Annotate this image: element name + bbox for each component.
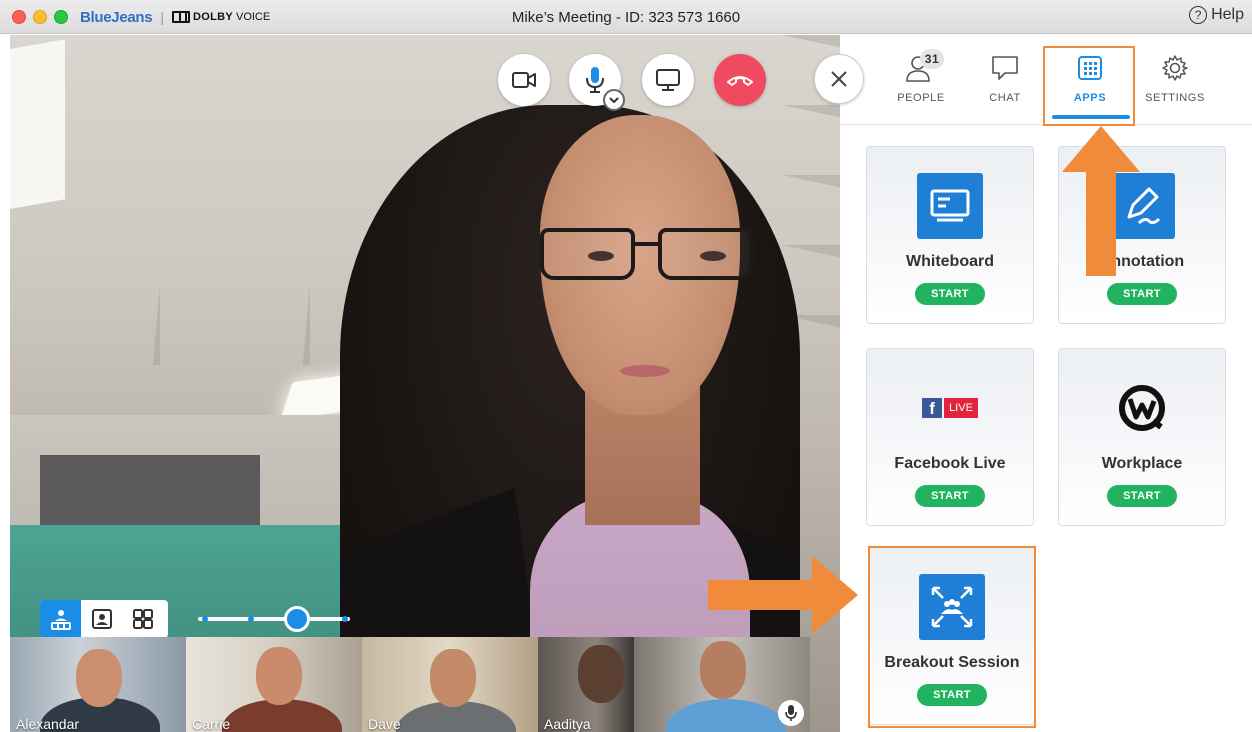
brand-logo: BlueJeans | DOLBY VOICE [80, 8, 270, 26]
workplace-start-button[interactable]: START [1107, 485, 1177, 507]
chevron-down-icon [609, 97, 619, 104]
app-title: Workplace [1101, 455, 1183, 472]
participant-face [76, 649, 122, 707]
chat-icon [992, 56, 1018, 80]
help-label: Help [1211, 6, 1244, 23]
arrow-right-icon [708, 556, 858, 634]
video-camera-icon [512, 72, 536, 88]
speaker-layout-icon [91, 609, 112, 629]
participant-face [430, 649, 476, 707]
video-toggle-button[interactable] [498, 54, 550, 106]
gallery-layout-icon [132, 609, 153, 629]
workplace-icon [1119, 385, 1165, 431]
people-count-badge: 31 [920, 49, 944, 69]
app-title: Facebook Live [894, 455, 1006, 472]
participant-tile[interactable]: Carrie [186, 637, 362, 732]
annotation-start-button[interactable]: START [1107, 283, 1177, 305]
slider-handle[interactable] [284, 606, 310, 632]
slider-track [198, 617, 350, 621]
screen-share-button[interactable] [642, 54, 694, 106]
participant-tile-self[interactable] [634, 637, 810, 732]
facebook-logo-icon: f [922, 398, 943, 418]
app-title: Whiteboard [906, 253, 994, 270]
apps-tab-highlight [1043, 46, 1135, 126]
participant-face [256, 647, 302, 705]
bluejeans-window: BlueJeans | DOLBY VOICE Mike’s Meeting -… [0, 0, 1252, 732]
live-tag: LIVE [944, 398, 978, 418]
bluejeans-logo: BlueJeans [80, 8, 153, 26]
microphone-options-button[interactable] [603, 89, 625, 111]
slider-stop [202, 616, 208, 622]
video-doorway [40, 455, 260, 535]
brand-separator: | [160, 9, 164, 25]
hang-up-button[interactable] [714, 54, 766, 106]
participant-tile[interactable]: Aaditya [538, 637, 634, 732]
window-minimize-button[interactable] [33, 10, 47, 24]
facebook-live-icon: f LIVE [917, 375, 983, 441]
participant-name: Dave [368, 716, 401, 732]
hang-up-icon [727, 76, 753, 86]
thumbnail-size-slider[interactable] [198, 606, 350, 632]
participant-name: Carrie [192, 716, 231, 732]
whiteboard-icon [917, 173, 983, 239]
window-close-button[interactable] [12, 10, 26, 24]
help-button[interactable]: ? Help [1189, 6, 1244, 24]
participant-name: Aaditya [544, 716, 591, 732]
participant-strip: Alexandar Carrie Dave Aaditya [10, 637, 840, 732]
participant-tile[interactable]: Alexandar [10, 637, 186, 732]
facebook-live-start-button[interactable]: START [915, 485, 985, 507]
dolby-voice-label: VOICE [235, 11, 271, 23]
dolby-logo-icon [171, 11, 190, 23]
app-card-whiteboard: Whiteboard START [866, 146, 1034, 324]
close-icon [831, 71, 847, 87]
close-panel-button[interactable] [814, 54, 864, 104]
app-card-facebook-live: f LIVE Facebook Live START [866, 348, 1034, 526]
participant-mic-button[interactable] [778, 700, 804, 726]
tab-chat-label: CHAT [989, 92, 1021, 104]
title-bar: BlueJeans | DOLBY VOICE Mike’s Meeting -… [0, 0, 1252, 34]
slider-stop [342, 616, 348, 622]
whiteboard-start-button[interactable]: START [915, 283, 985, 305]
people-layout-icon [50, 610, 71, 630]
arrow-up-icon [1062, 126, 1140, 276]
speaker-mouth [620, 365, 670, 377]
speaker-layout-button[interactable] [81, 600, 122, 638]
microphone-icon [586, 67, 604, 93]
microphone-icon [785, 705, 797, 721]
help-icon: ? [1189, 6, 1208, 24]
participant-name: Alexandar [16, 716, 80, 732]
tab-people-label: PEOPLE [897, 92, 945, 104]
gallery-layout-button[interactable] [122, 600, 163, 638]
dolby-label: DOLBY [192, 11, 233, 23]
participant-face [578, 645, 624, 703]
video-light [10, 39, 65, 211]
tab-chat[interactable]: CHAT [980, 53, 1030, 123]
gear-icon [1162, 55, 1188, 81]
panel-tabs: 31 PEOPLE CHAT APPS SETTINGS [840, 35, 1252, 126]
side-panel: 31 PEOPLE CHAT APPS SETTINGS Whiteboard … [840, 35, 1252, 732]
tab-people[interactable]: 31 PEOPLE [890, 49, 952, 123]
screen-share-icon [656, 69, 680, 91]
people-layout-button[interactable] [40, 600, 81, 638]
tab-settings-label: SETTINGS [1145, 92, 1205, 104]
window-zoom-button[interactable] [54, 10, 68, 24]
speaker-glasses [540, 228, 755, 288]
participant-face [700, 641, 746, 699]
slider-stop [248, 616, 254, 622]
breakout-session-highlight [868, 546, 1036, 728]
layout-switcher [40, 600, 168, 638]
participant-tile[interactable]: Dave [362, 637, 538, 732]
tab-settings[interactable]: SETTINGS [1138, 53, 1212, 123]
app-card-workplace: Workplace START [1058, 348, 1226, 526]
